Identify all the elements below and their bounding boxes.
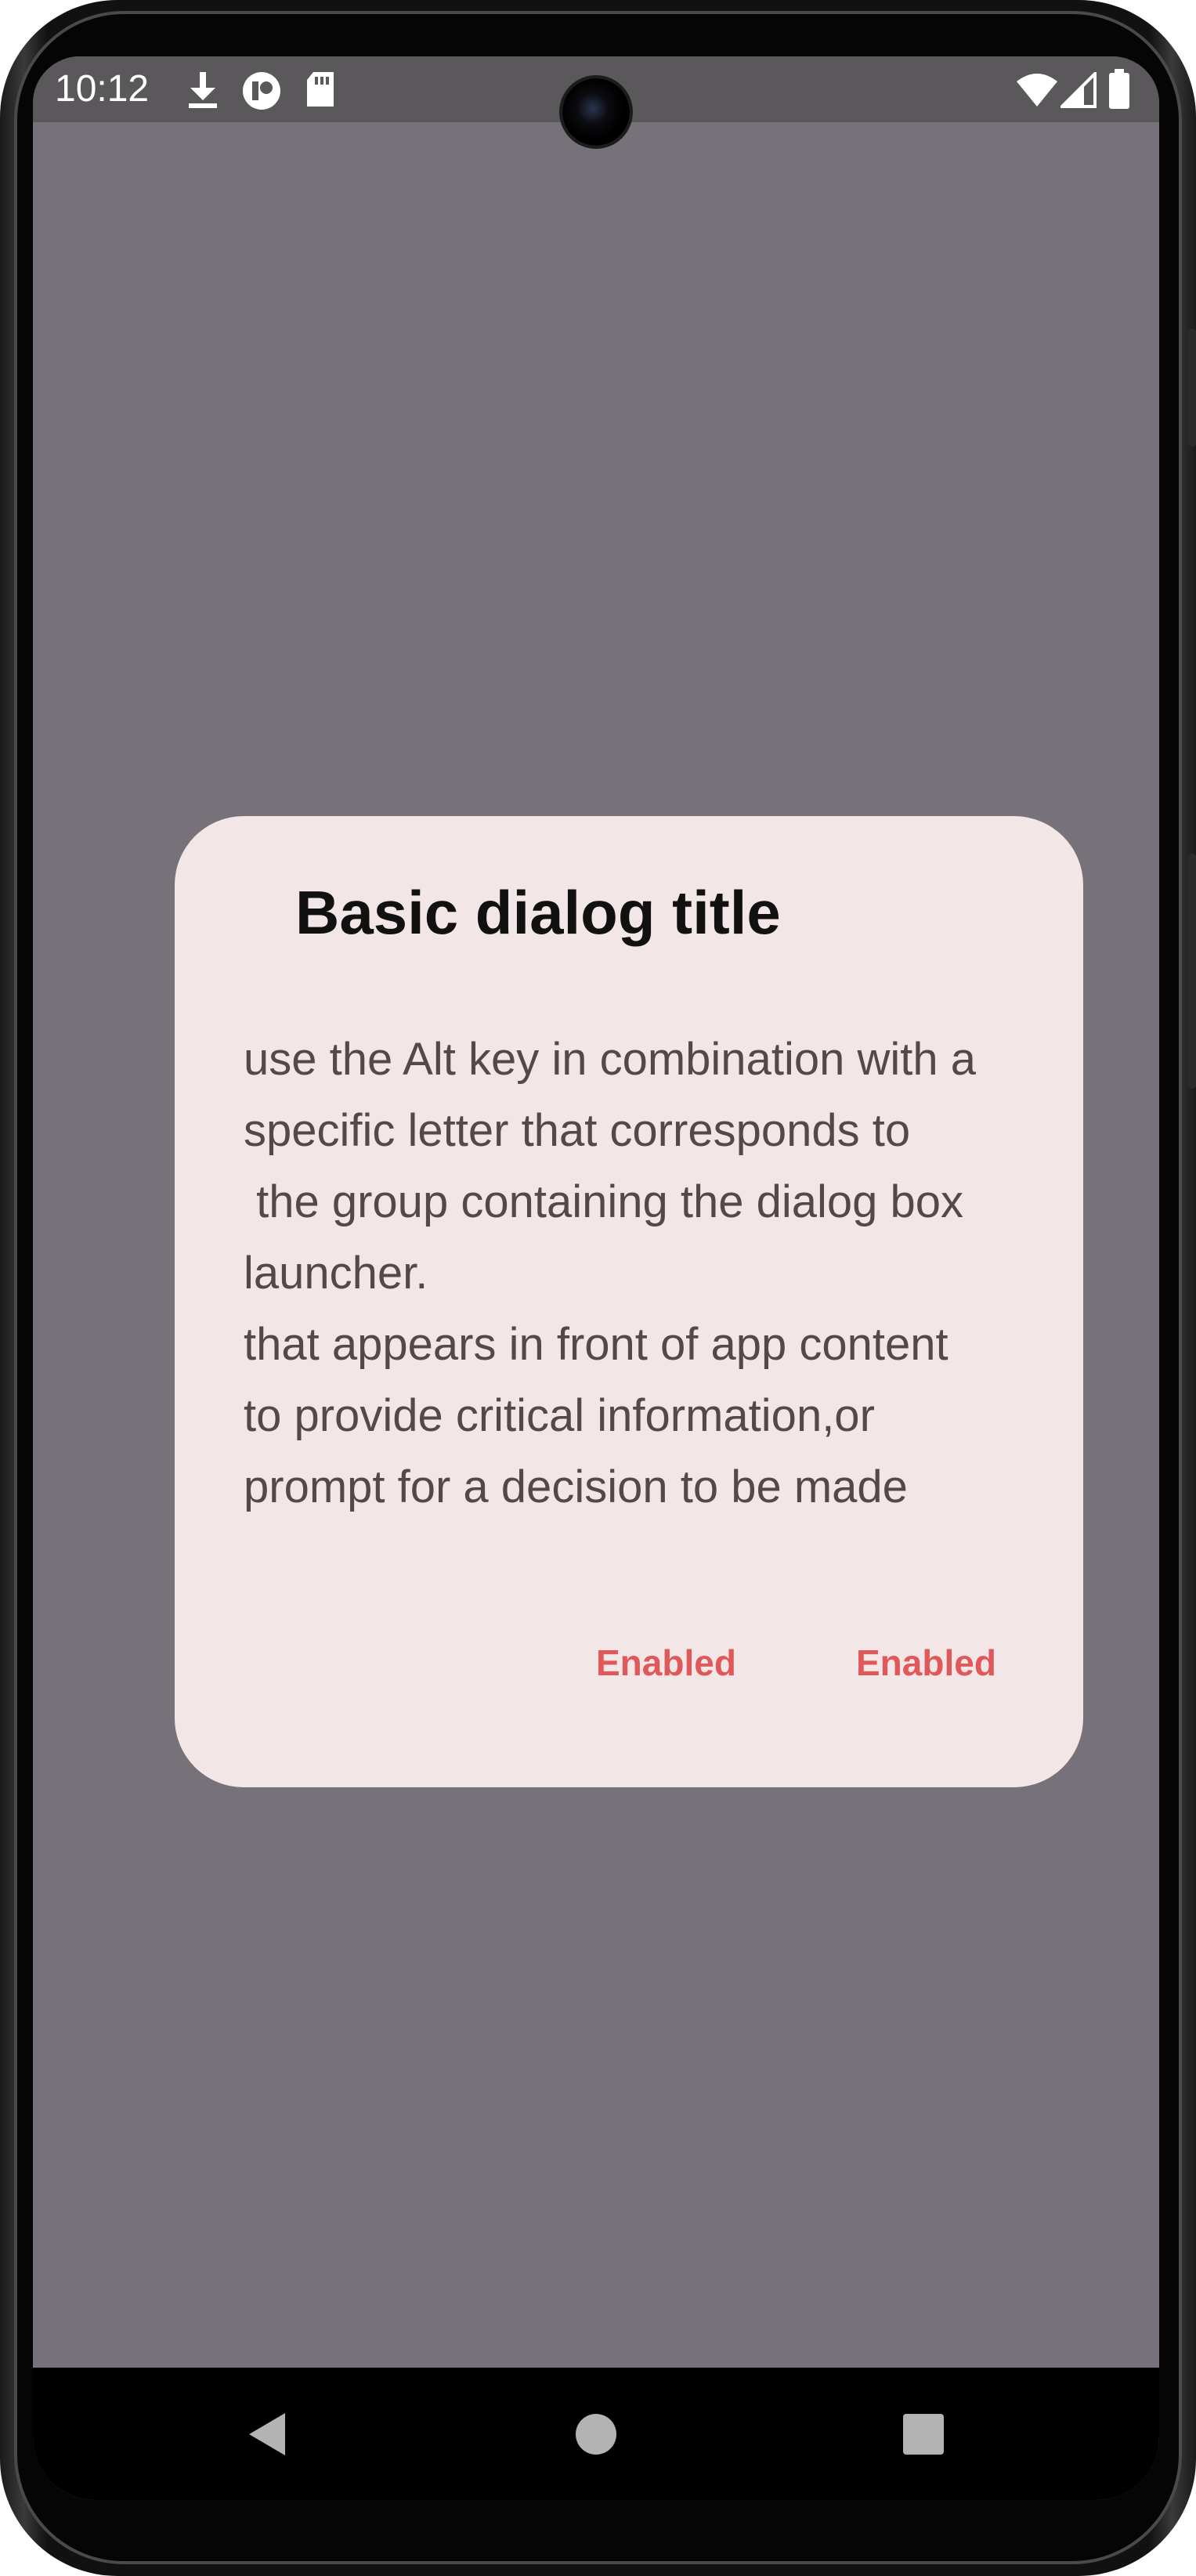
dialog-body-line: the group containing the dialog box	[244, 1176, 964, 1227]
dialog-body-line: prompt for a decision to be made	[244, 1461, 908, 1512]
front-camera	[562, 78, 630, 146]
dialog-body-line: to provide critical information,or	[244, 1390, 875, 1441]
home-icon[interactable]	[569, 2407, 623, 2462]
dialog-body-line: that appears in front of app content	[244, 1319, 948, 1370]
recents-icon[interactable]	[896, 2407, 951, 2462]
wifi-icon	[1015, 72, 1059, 112]
dialog-title: Basic dialog title	[295, 878, 781, 947]
power-button	[1188, 854, 1196, 1089]
signal-icon	[1058, 70, 1097, 112]
dialog-body-line: use the Alt key in combination with a	[244, 1034, 976, 1085]
dialog-supporting-text: use the Alt key in combination with a sp…	[244, 1024, 1074, 1523]
dialog-body-line: specific letter that corresponds to	[244, 1105, 911, 1156]
basic-dialog: Basic dialog title use the Alt key in co…	[175, 816, 1083, 1787]
volume-button	[1188, 329, 1196, 446]
dialog-actions: Enabled Enabled	[175, 1631, 1083, 1693]
navigation-bar	[33, 2368, 1159, 2500]
app-notification-icon	[241, 70, 282, 115]
screen: 10:12 Basic dialog title use the Alt key…	[33, 56, 1159, 2500]
dialog-action-button-2[interactable]: Enabled	[844, 1631, 1009, 1695]
status-time: 10:12	[55, 68, 150, 110]
dialog-action-button-1[interactable]: Enabled	[584, 1631, 749, 1695]
dialog-body-line: launcher.	[244, 1248, 428, 1299]
phone-frame: 10:12 Basic dialog title use the Alt key…	[0, 0, 1196, 2576]
battery-icon	[1107, 69, 1131, 114]
sd-card-icon	[304, 70, 337, 114]
download-icon	[186, 70, 220, 114]
back-icon[interactable]	[241, 2407, 296, 2462]
